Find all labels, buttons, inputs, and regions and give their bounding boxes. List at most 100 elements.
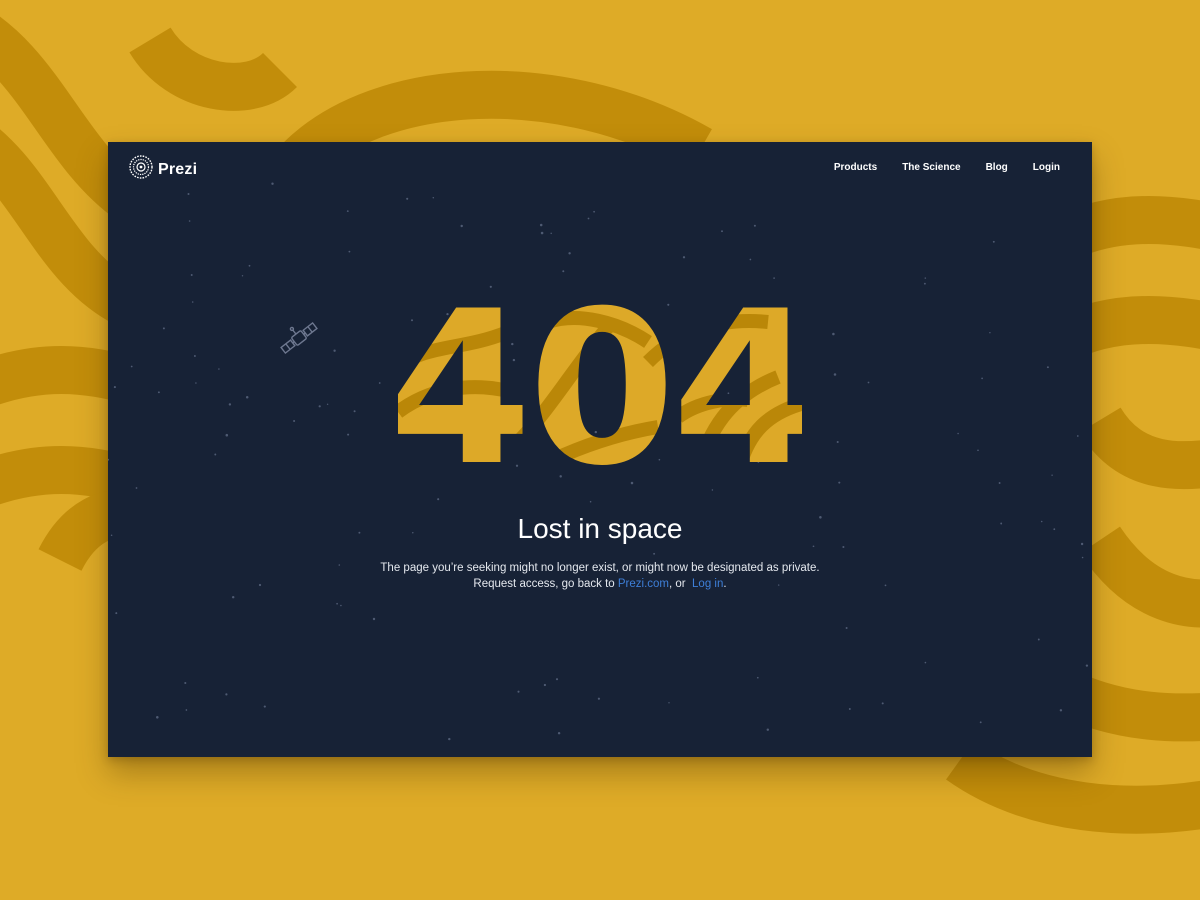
star [190,274,193,276]
star [543,683,547,687]
message-line-2: Request access, go back to Prezi.com, or… [108,576,1092,592]
star [406,197,409,200]
star [214,453,217,456]
star [187,192,190,196]
star [191,301,194,303]
satellite-icon [277,316,321,365]
star [998,482,1001,484]
star [539,223,543,227]
star [184,681,187,685]
star [228,403,232,406]
star [248,264,251,267]
star [832,332,835,336]
star [271,182,274,185]
star [836,440,839,444]
star [753,224,756,227]
star [756,676,759,679]
star [668,702,670,704]
star [1046,366,1049,369]
message-line-2-text: Request access, go back to [473,578,618,590]
star [293,419,296,423]
star [682,256,686,259]
brand-logo[interactable]: Prezi [129,155,197,184]
star [1037,638,1040,641]
star [346,210,349,213]
star [318,405,321,408]
star [489,285,492,288]
prezi-logo-icon [129,155,153,184]
star [188,220,191,222]
star [559,475,562,478]
star [653,552,656,555]
star [135,487,138,489]
nav-the-science[interactable]: The Science [902,162,960,173]
star [589,500,592,503]
browser-window: Prezi Products The Science Blog Login Lo… [108,142,1092,757]
star [562,270,565,273]
star [773,277,775,279]
star [517,690,520,693]
star [867,381,870,384]
star [597,697,601,700]
star [923,282,926,285]
star [845,627,848,629]
brand-name: Prezi [158,160,198,178]
star [989,331,991,334]
star [130,365,133,368]
star [108,458,110,461]
star [432,196,435,199]
star [555,678,559,681]
star [157,391,160,394]
star [185,709,188,711]
star [766,728,770,731]
star [833,373,837,376]
star [437,498,440,501]
star [540,231,544,235]
star [193,355,196,357]
star [340,604,342,607]
star [348,250,351,253]
star [842,545,845,549]
star [1051,474,1053,476]
star [225,433,229,437]
error-code-404: 404 [398,302,802,472]
star [162,327,165,330]
star [195,382,197,384]
star [1085,664,1089,667]
star [550,232,552,235]
star [115,612,118,615]
error-title: Lost in space [517,513,683,544]
message-end: . [723,578,727,590]
star [557,731,561,735]
nav-login[interactable]: Login [1033,162,1060,173]
prezi-com-link[interactable]: Prezi.com [618,578,669,590]
star [957,432,959,435]
star [1076,435,1079,437]
star [568,252,571,255]
star [721,230,723,233]
star [838,481,841,484]
star [587,217,590,220]
star [881,702,884,705]
star [336,602,338,605]
star [378,382,381,384]
star [326,403,329,406]
star [347,433,350,436]
star [749,258,752,261]
star [1081,556,1084,559]
nav-blog[interactable]: Blog [986,162,1008,173]
login-link[interactable]: Log in [692,578,723,590]
star [113,386,116,389]
star [225,693,228,696]
star [372,617,376,621]
top-nav: Products The Science Blog Login [834,162,1060,173]
star [711,489,714,491]
star [979,721,982,724]
star [231,595,235,599]
star [977,449,979,452]
nav-products[interactable]: Products [834,162,877,173]
message-separator: , or [669,578,689,590]
star [924,277,927,279]
star [593,210,595,213]
star [992,240,995,243]
